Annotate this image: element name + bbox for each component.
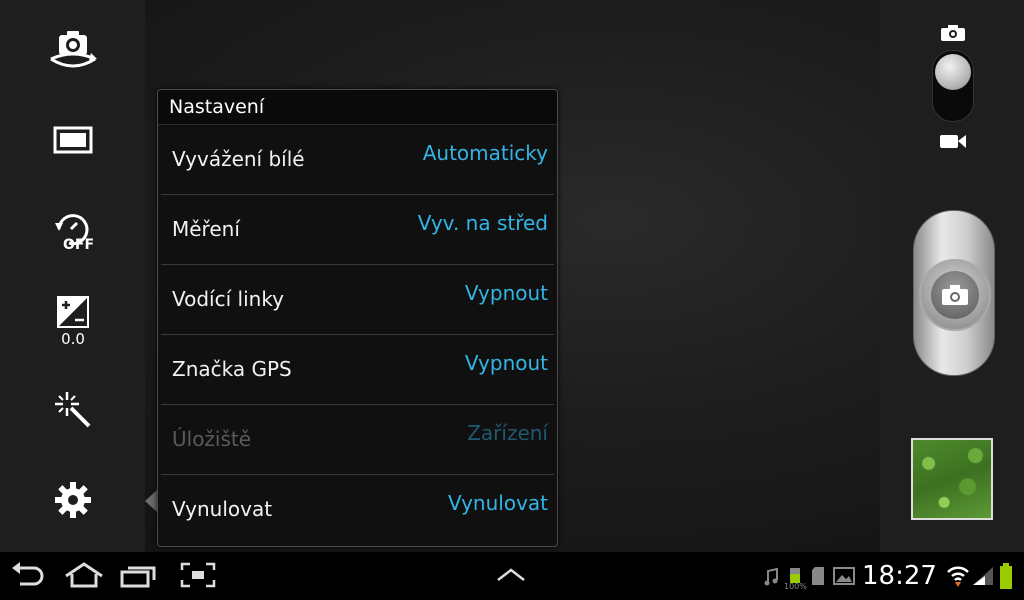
gear-icon [55,482,91,518]
exposure-button[interactable]: 0.0 [36,292,110,352]
setting-label: Vynulovat [172,497,273,521]
up-arrow-icon[interactable] [496,568,526,582]
shutter-ring [919,259,991,331]
svg-text:OFF: OFF [63,237,94,251]
battery-icon [1000,563,1012,589]
setting-label: Vyvážení bílé [172,147,305,171]
settings-button[interactable] [36,470,110,530]
gallery-icon [833,567,855,585]
setting-value: Vynulovat [447,491,548,515]
settings-title: Nastavení [158,90,557,125]
setting-row-white-balance[interactable]: Vyvážení bílé Automaticky [161,125,554,195]
setting-value: Vypnout [464,281,548,305]
music-icon [764,568,778,586]
setting-label: Měření [172,217,240,241]
setting-row-gps-tag[interactable]: Značka GPS Vypnout [161,335,554,405]
setting-row-metering[interactable]: Měření Vyv. na střed [161,195,554,265]
setting-value: Vypnout [464,351,548,375]
setting-value: Vyv. na střed [417,211,548,235]
setting-value: Automaticky [422,141,548,165]
exposure-value: 0.0 [61,330,85,348]
setting-value: Zařízení [467,421,548,445]
setting-label: Vodící linky [172,287,285,311]
rectangle-icon [53,126,93,154]
camera-icon [942,285,968,305]
shutter-button[interactable] [913,210,995,376]
aspect-ratio-button[interactable] [36,110,110,170]
camera-icon [941,25,965,41]
settings-popup-pointer [145,490,157,512]
camera-video-mode-switch[interactable] [932,50,974,122]
timer-button[interactable]: OFF [36,200,110,260]
exposure-icon [57,296,89,328]
clock: 18:27 [862,561,937,591]
wifi-icon [947,566,969,587]
self-shot-toggle-button[interactable] [36,20,110,80]
back-icon[interactable] [10,562,46,588]
system-navigation-bar: 100% 18:27 [0,552,1024,600]
magic-wand-icon [55,392,91,428]
recent-apps-icon[interactable] [120,562,158,588]
left-toolbar: OFF 0.0 [0,0,145,552]
setting-row-reset[interactable]: Vynulovat Vynulovat [161,475,554,544]
settings-popup: Nastavení Vyvážení bílé Automaticky Měře… [157,89,558,547]
gallery-thumbnail[interactable] [911,438,993,520]
signal-icon [973,567,993,585]
setting-label: Úložiště [172,427,252,451]
video-camera-icon [940,135,966,148]
setting-row-storage: Úložiště Zařízení [161,405,554,475]
battery-percent-label: 100% [784,582,807,591]
screenshot-icon[interactable] [180,562,216,588]
setting-row-guidelines[interactable]: Vodící linky Vypnout [161,265,554,335]
setting-label: Značka GPS [172,357,292,381]
camera-switch-icon [50,31,97,68]
home-icon[interactable] [64,562,104,588]
timer-off-icon: OFF [55,214,94,251]
sd-card-icon [812,567,824,585]
shutter-core [931,271,979,319]
mode-switch-knob[interactable] [935,54,971,90]
effects-button[interactable] [36,380,110,440]
